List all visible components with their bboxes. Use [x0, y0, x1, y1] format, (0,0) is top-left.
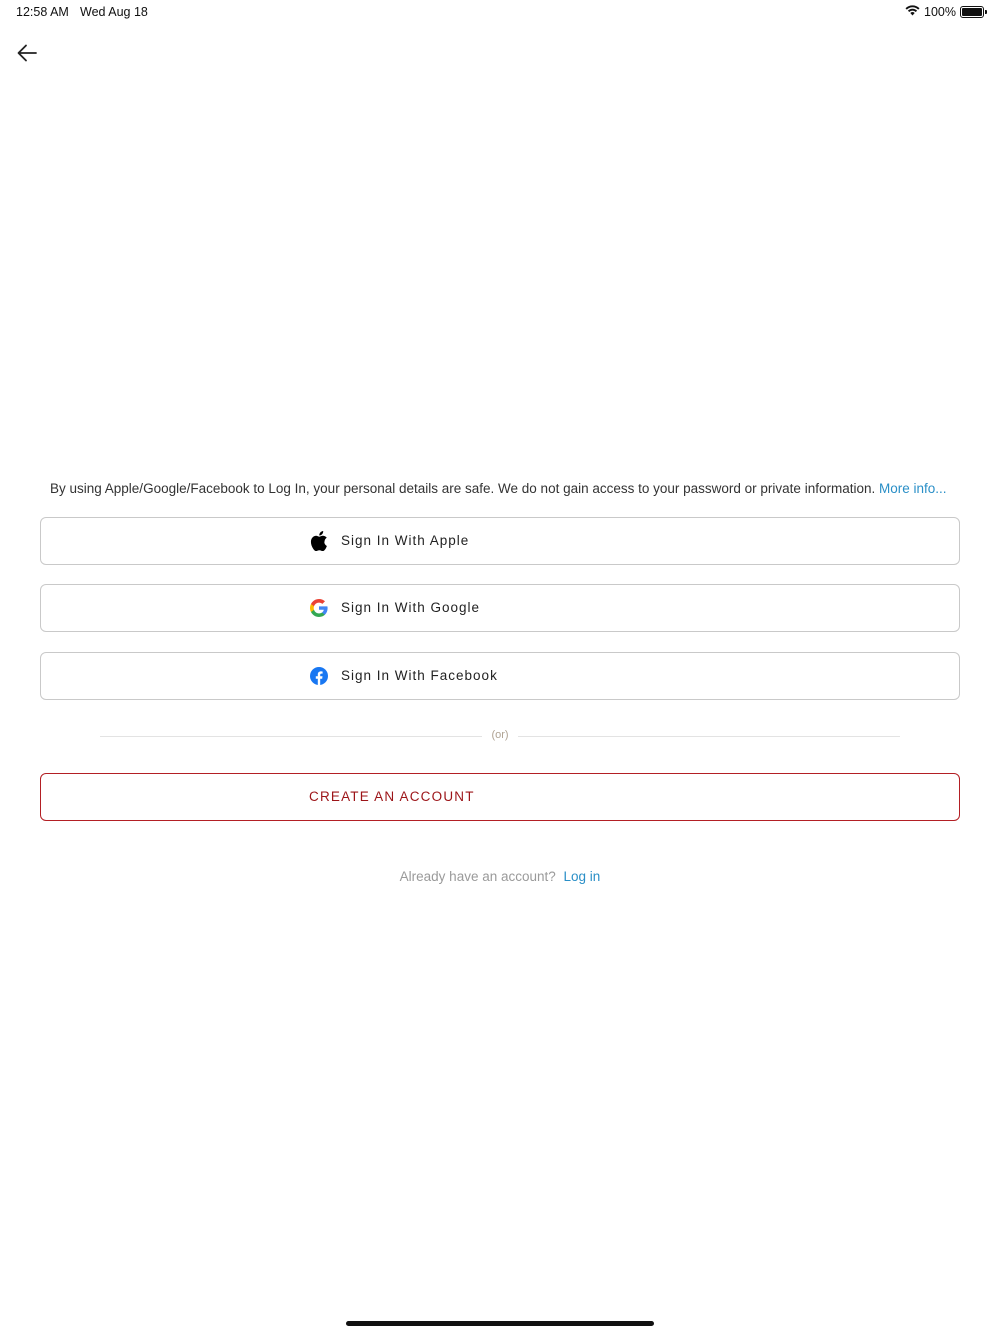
facebook-icon	[309, 666, 329, 686]
sign-in-google-button[interactable]: Sign In With Google	[40, 584, 960, 632]
divider-line-right	[518, 736, 900, 737]
back-button[interactable]	[14, 40, 40, 66]
create-account-label: CREATE AN ACCOUNT	[309, 789, 475, 804]
sign-in-apple-button[interactable]: Sign In With Apple	[40, 517, 960, 565]
apple-icon	[309, 531, 329, 551]
or-divider: (or)	[100, 728, 900, 744]
sign-in-google-label: Sign In With Google	[341, 600, 481, 615]
wifi-icon	[905, 4, 920, 19]
more-info-link[interactable]: More info...	[879, 481, 947, 496]
status-indicators: 100%	[905, 4, 987, 19]
login-prompt-text: Already have an account?	[399, 869, 556, 884]
home-indicator	[346, 1321, 654, 1326]
status-time: 12:58 AM	[16, 5, 69, 19]
battery-percent: 100%	[924, 4, 956, 19]
sign-in-apple-label: Sign In With Apple	[341, 533, 470, 548]
battery-fill	[962, 7, 982, 16]
privacy-disclaimer: By using Apple/Google/Facebook to Log In…	[50, 480, 970, 498]
login-link[interactable]: Log in	[564, 869, 601, 884]
status-date: Wed Aug 18	[80, 5, 148, 19]
google-icon	[309, 598, 329, 618]
disclaimer-text: By using Apple/Google/Facebook to Log In…	[50, 481, 876, 496]
arrow-left-icon	[17, 44, 37, 62]
or-text: (or)	[491, 729, 509, 741]
login-prompt-row: Already have an account? Log in	[0, 869, 1000, 884]
status-bar: 12:58 AM Wed Aug 18 100%	[0, 0, 1000, 24]
battery-icon	[960, 5, 987, 18]
create-account-button[interactable]: CREATE AN ACCOUNT	[40, 773, 960, 821]
sign-in-facebook-label: Sign In With Facebook	[341, 668, 498, 683]
sign-in-facebook-button[interactable]: Sign In With Facebook	[40, 652, 960, 700]
